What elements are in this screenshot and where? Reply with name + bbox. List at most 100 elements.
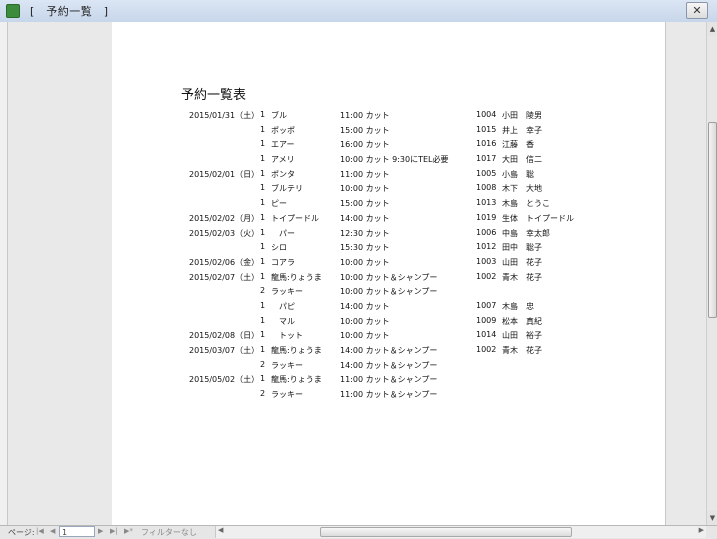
pet-name: ラッキー bbox=[271, 287, 303, 297]
scroll-up-icon[interactable]: ▲ bbox=[707, 22, 717, 36]
reservation-row: 2015/02/03（火） 1 パー 12:30 カット 1006 中島 幸太郎 bbox=[112, 228, 665, 243]
customer-name: 山田 裕子 bbox=[502, 331, 542, 341]
reservation-row: 1 パピ 14:00 カット 1007 木島 忠 bbox=[112, 301, 665, 316]
pet-name: パピ bbox=[271, 301, 295, 311]
pet-name: パー bbox=[271, 228, 295, 238]
customer-name: 木下 大地 bbox=[502, 184, 542, 194]
window-title: [ 予約一覧 ] bbox=[30, 5, 109, 18]
pet-name: 龍馬:りょうま bbox=[271, 375, 322, 385]
time-and-menu: 10:00 カット bbox=[340, 257, 390, 267]
customer-id: 1003 bbox=[476, 256, 497, 266]
time-and-menu: 11:00 カット bbox=[340, 111, 390, 120]
customer-name: 井上 幸子 bbox=[502, 125, 542, 135]
customer-name: 山田 花子 bbox=[502, 257, 542, 267]
customer-name: 小田 陵男 bbox=[502, 111, 542, 120]
reservation-row: 1 シロ 15:30 カット 1012 田中 聡子 bbox=[112, 242, 665, 257]
pet-count: 2 bbox=[260, 389, 266, 399]
reservation-row: 2 ラッキー 14:00 カット＆シャンプー bbox=[112, 360, 665, 375]
time-and-menu: 11:00 カット bbox=[340, 169, 390, 179]
prev-page-icon[interactable]: ◀ bbox=[50, 527, 55, 535]
pet-name: エアー bbox=[271, 140, 295, 150]
reservation-date: 2015/03/07（土） bbox=[189, 346, 260, 355]
scroll-left-icon[interactable]: ◀ bbox=[218, 526, 223, 534]
report-page: 予約一覧表 2015/01/31（土） 1 ブル 11:00 カット 1004 小田 陵男… bbox=[112, 22, 665, 525]
time-and-menu: 14:00 カット＆シャンプー bbox=[340, 346, 438, 355]
time-and-menu: 15:00 カット bbox=[340, 199, 390, 209]
reservation-row: 1 エアー 16:00 カット 1016 江藤 香 bbox=[112, 139, 665, 154]
time-and-menu: 14:00 カット bbox=[340, 213, 390, 223]
pet-name: ブルテリ bbox=[271, 184, 303, 194]
customer-id: 1004 bbox=[476, 110, 497, 119]
customer-name: 木島 忠 bbox=[502, 301, 534, 311]
pet-count: 1 bbox=[260, 300, 266, 310]
pet-name: シロ bbox=[271, 243, 287, 253]
filter-status[interactable]: フィルターなし bbox=[141, 527, 197, 538]
pet-count: 1 bbox=[260, 183, 266, 193]
pet-name: コアラ bbox=[271, 257, 295, 267]
pet-count: 1 bbox=[260, 124, 266, 134]
time-and-menu: 10:00 カット 9:30にTEL必要 bbox=[340, 155, 449, 165]
reservation-row: 2015/05/02（土） 1 龍馬:りょうま 11:00 カット＆シャンプー bbox=[112, 374, 665, 389]
horizontal-scroll-thumb[interactable] bbox=[320, 527, 572, 537]
pet-count: 1 bbox=[260, 345, 266, 354]
pet-count: 1 bbox=[260, 271, 266, 281]
reservation-row: 1 マル 10:00 カット 1009 松本 真紀 bbox=[112, 316, 665, 331]
customer-name: 江藤 香 bbox=[502, 140, 534, 150]
horizontal-scrollbar[interactable]: ◀ ▶ bbox=[215, 526, 706, 538]
reservation-row: 2015/02/06（金） 1 コアラ 10:00 カット 1003 山田 花子 bbox=[112, 257, 665, 272]
time-and-menu: 12:30 カット bbox=[340, 228, 390, 238]
scroll-right-icon[interactable]: ▶ bbox=[699, 526, 704, 534]
customer-name: 小島 聡 bbox=[502, 169, 534, 179]
reservation-date: 2015/02/03（火） bbox=[189, 228, 260, 238]
pet-name: ポッポ bbox=[271, 125, 295, 135]
reservation-row: 1 ピー 15:00 カット 1013 木島 とうこ bbox=[112, 198, 665, 213]
time-and-menu: 14:00 カット bbox=[340, 301, 390, 311]
customer-id: 1007 bbox=[476, 300, 497, 310]
reservation-date: 2015/05/02（土） bbox=[189, 375, 260, 385]
next-page-icon[interactable]: ▶ bbox=[98, 527, 103, 535]
customer-id: 1002 bbox=[476, 345, 497, 354]
reservation-row: 1 アメリ 10:00 カット 9:30にTEL必要 1017 大田 信二 bbox=[112, 154, 665, 169]
customer-id: 1017 bbox=[476, 154, 497, 164]
reservation-date: 2015/02/02（月） bbox=[189, 213, 260, 223]
pet-name: ラッキー bbox=[271, 360, 303, 370]
customer-name: 大田 信二 bbox=[502, 155, 542, 165]
pet-count: 1 bbox=[260, 139, 266, 149]
reservation-date: 2015/02/01（日） bbox=[189, 169, 260, 179]
report-icon bbox=[6, 4, 20, 18]
page-number-input[interactable]: 1 bbox=[59, 526, 95, 537]
pet-count: 1 bbox=[260, 168, 266, 178]
pet-name: マル bbox=[271, 316, 295, 326]
scroll-down-icon[interactable]: ▼ bbox=[707, 511, 717, 525]
pet-name: アメリ bbox=[271, 155, 295, 165]
last-page-icon[interactable]: ▶| bbox=[110, 527, 118, 535]
pet-count: 2 bbox=[260, 359, 266, 369]
pet-count: 1 bbox=[260, 315, 266, 325]
time-and-menu: 10:00 カット bbox=[340, 184, 390, 194]
reservation-date: 2015/02/06（金） bbox=[189, 257, 260, 267]
title-bar: [ 予約一覧 ] ✕ bbox=[0, 0, 717, 23]
reservation-row: 2015/02/02（月） 1 トイプードル 14:00 カット 1019 生体 トイプー… bbox=[112, 213, 665, 228]
reservation-row: 2 ラッキー 10:00 カット＆シャンプー bbox=[112, 286, 665, 301]
customer-id: 1002 bbox=[476, 271, 497, 281]
time-and-menu: 14:00 カット＆シャンプー bbox=[340, 360, 438, 370]
customer-id: 1013 bbox=[476, 198, 497, 208]
customer-id: 1014 bbox=[476, 330, 497, 340]
time-and-menu: 11:00 カット＆シャンプー bbox=[340, 390, 438, 400]
reservation-date: 2015/02/08（日） bbox=[189, 331, 260, 341]
pet-name: 龍馬:りょうま bbox=[271, 272, 322, 282]
pet-name: トット bbox=[271, 331, 303, 341]
time-and-menu: 10:00 カット bbox=[340, 316, 390, 326]
pet-name: 龍馬:りょうま bbox=[271, 346, 322, 355]
pet-name: トイプードル bbox=[271, 213, 319, 223]
pet-name: ピー bbox=[271, 199, 287, 209]
reservation-row: 2 ラッキー 11:00 カット＆シャンプー bbox=[112, 389, 665, 404]
vertical-scroll-thumb[interactable] bbox=[708, 122, 717, 318]
first-page-icon[interactable]: |◀ bbox=[36, 527, 44, 535]
close-button[interactable]: ✕ bbox=[686, 2, 708, 19]
reservation-row: 2015/02/07（土） 1 龍馬:りょうま 10:00 カット＆シャンプー 1002… bbox=[112, 272, 665, 287]
pet-name: ポンタ bbox=[271, 169, 295, 179]
time-and-menu: 16:00 カット bbox=[340, 140, 390, 150]
vertical-scrollbar[interactable]: ▲ ▼ bbox=[706, 22, 717, 525]
new-record-icon[interactable]: ▶* bbox=[124, 527, 133, 535]
